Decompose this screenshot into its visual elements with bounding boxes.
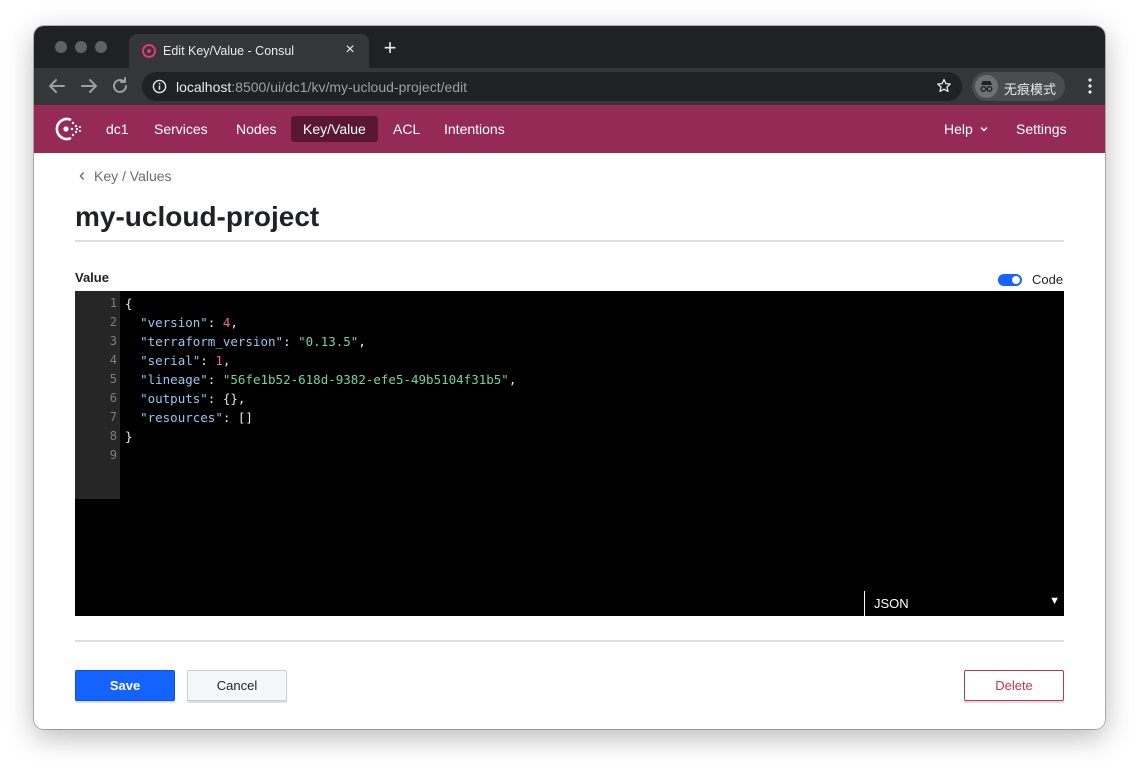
code-line[interactable]: 5 "lineage": "56fe1b52-618d-9382-efe5-49… — [75, 370, 1064, 389]
language-select-value: JSON — [874, 596, 909, 611]
bookmark-star-icon[interactable] — [936, 78, 952, 94]
dropdown-arrow-icon: ▼ — [1049, 595, 1060, 607]
code-text: "terraform_version": "0.13.5", — [140, 334, 366, 349]
line-number: 8 — [109, 429, 117, 443]
forward-arrow-icon[interactable] — [77, 74, 101, 98]
value-label: Value — [75, 270, 109, 285]
browser-toolbar: localhost:8500/ui/dc1/kv/my-ucloud-proje… — [34, 68, 1105, 105]
help-menu[interactable]: Help — [932, 116, 1001, 142]
code-text: "outputs": {}, — [140, 391, 246, 406]
code-text: "serial": 1, — [140, 353, 231, 368]
page-title: my-ucloud-project — [75, 201, 320, 232]
reload-icon[interactable] — [108, 74, 132, 98]
line-number: 4 — [109, 353, 117, 367]
tab-title: Edit Key/Value - Consul — [163, 44, 295, 58]
code-text: "version": 4, — [140, 315, 238, 330]
title-divider — [75, 240, 1064, 242]
line-number: 9 — [109, 448, 117, 462]
nav-item-acl[interactable]: ACL — [381, 116, 432, 142]
nav-item-settings[interactable]: Settings — [1004, 116, 1079, 142]
code-line[interactable]: 1{ — [75, 294, 1064, 313]
code-line[interactable]: 3 "terraform_version": "0.13.5", — [75, 332, 1064, 351]
code-line[interactable]: 7 "resources": [] — [75, 408, 1064, 427]
nav-item-key-value[interactable]: Key/Value — [291, 116, 378, 142]
datacenter-menu[interactable]: dc1 — [94, 116, 141, 142]
breadcrumb[interactable]: Key / Values — [78, 168, 172, 184]
consul-favicon-icon — [142, 44, 156, 58]
code-line[interactable]: 6 "outputs": {}, — [75, 389, 1064, 408]
browser-window: Edit Key/Value - Consul × + localhost:85… — [34, 26, 1105, 729]
breadcrumb-link[interactable]: Key / Values — [94, 168, 172, 184]
url-host: localhost — [176, 79, 232, 95]
main-content: Key / Values my-ucloud-project Value Cod… — [34, 153, 1105, 729]
code-toggle-label[interactable]: Code — [1032, 272, 1063, 287]
zoom-window-button[interactable] — [95, 41, 107, 53]
browser-tab[interactable]: Edit Key/Value - Consul × — [129, 34, 369, 68]
code-editor[interactable]: 1{2 "version": 4, 3 "terraform_version": … — [75, 291, 1064, 616]
code-line[interactable]: 2 "version": 4, — [75, 313, 1064, 332]
code-line[interactable]: 8} — [75, 427, 1064, 446]
chevron-down-icon — [980, 127, 988, 132]
line-number: 2 — [109, 315, 117, 329]
line-number: 6 — [109, 391, 117, 405]
tab-strip: Edit Key/Value - Consul × + — [34, 26, 1105, 68]
tab-close-icon[interactable]: × — [341, 41, 359, 59]
incognito-label: 无痕模式 — [1004, 82, 1057, 97]
url-text: localhost:8500/ui/dc1/kv/my-ucloud-proje… — [176, 79, 467, 95]
site-info-icon[interactable] — [152, 79, 167, 94]
code-text: "lineage": "56fe1b52-618d-9382-efe5-49b5… — [140, 372, 517, 387]
nav-item-services[interactable]: Services — [142, 116, 220, 142]
incognito-indicator[interactable]: 无痕模式 — [972, 72, 1065, 101]
incognito-icon — [975, 75, 998, 98]
browser-menu-icon[interactable] — [1087, 77, 1093, 95]
code-text: { — [125, 296, 133, 311]
app-navigation: dc1 Services Nodes Key/Value ACL Intenti… — [34, 105, 1105, 153]
minimize-window-button[interactable] — [75, 41, 87, 53]
code-line[interactable]: 9 — [75, 446, 1064, 465]
help-label: Help — [944, 121, 973, 137]
line-number: 3 — [109, 334, 117, 348]
nav-item-intentions[interactable]: Intentions — [432, 116, 517, 142]
line-number: 7 — [109, 410, 117, 424]
cancel-button[interactable]: Cancel — [187, 670, 287, 701]
url-path: :8500/ui/dc1/kv/my-ucloud-project/edit — [231, 79, 468, 95]
save-button[interactable]: Save — [75, 670, 175, 701]
language-select[interactable]: JSON ▼ — [864, 591, 1064, 616]
nav-item-nodes[interactable]: Nodes — [224, 116, 288, 142]
consul-logo-icon[interactable] — [53, 115, 83, 143]
delete-button[interactable]: Delete — [964, 670, 1064, 701]
line-number: 1 — [109, 296, 117, 310]
form-divider — [75, 640, 1064, 642]
code-line[interactable]: 4 "serial": 1, — [75, 351, 1064, 370]
chevron-left-icon — [79, 172, 85, 180]
back-arrow-icon[interactable] — [45, 74, 69, 98]
code-text: } — [125, 429, 133, 444]
line-number: 5 — [109, 372, 117, 386]
code-text: "resources": [] — [140, 410, 253, 425]
new-tab-button[interactable]: + — [379, 37, 401, 59]
close-window-button[interactable] — [55, 41, 67, 53]
address-bar[interactable]: localhost:8500/ui/dc1/kv/my-ucloud-proje… — [142, 72, 962, 101]
code-toggle-switch[interactable] — [998, 274, 1022, 286]
